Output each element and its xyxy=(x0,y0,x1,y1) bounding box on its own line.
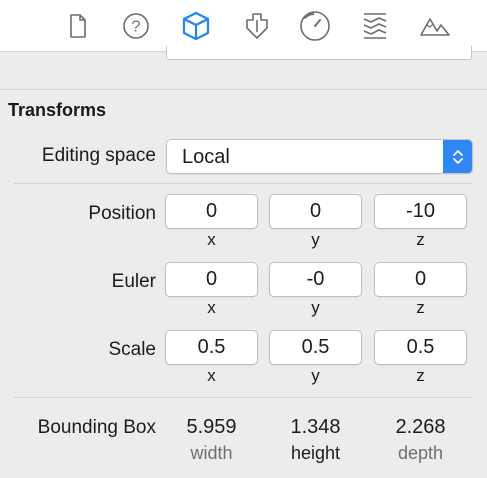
position-y-axis-label: y xyxy=(311,230,320,249)
texture-icon xyxy=(363,13,387,39)
euler-y-field[interactable]: -0 xyxy=(269,262,362,297)
material-inspector-tab[interactable] xyxy=(358,9,392,43)
select-stepper[interactable] xyxy=(443,140,472,173)
scale-y-field[interactable]: 0.5 xyxy=(269,330,362,365)
scale-x-axis-label: x xyxy=(207,366,216,385)
physics-inspector-tab[interactable] xyxy=(298,9,332,43)
bounding-box-depth-label: depth xyxy=(397,443,444,463)
editing-space-divider xyxy=(14,183,473,184)
bounding-box-width-value: 5.959 xyxy=(186,416,237,438)
scale-divider xyxy=(14,397,473,398)
scale-y-axis-label: y xyxy=(311,366,320,385)
scale-label: Scale xyxy=(108,339,156,360)
euler-y-axis-label: y xyxy=(311,298,320,317)
euler-z-field[interactable]: 0 xyxy=(374,262,467,297)
position-label: Position xyxy=(88,203,156,224)
scale-z-field[interactable]: 0.5 xyxy=(374,330,467,365)
editing-space-select[interactable]: Local xyxy=(166,139,473,174)
file-inspector-tab[interactable] xyxy=(61,9,95,43)
euler-x-field[interactable]: 0 xyxy=(165,262,258,297)
attachment-icon xyxy=(246,13,268,39)
position-x-field[interactable]: 0 xyxy=(165,194,258,229)
transforms-title: Transforms xyxy=(8,100,107,120)
editing-space-label: Editing space xyxy=(41,145,156,166)
bounding-box-height-value: 1.348 xyxy=(290,416,341,438)
section-divider xyxy=(0,89,487,90)
chevron-up-down-icon xyxy=(452,149,463,164)
node-inspector-tab[interactable] xyxy=(179,9,213,43)
bounding-box-label: Bounding Box xyxy=(37,417,156,438)
help-inspector-tab[interactable]: ? xyxy=(119,9,153,43)
file-icon xyxy=(70,14,86,38)
position-z-field[interactable]: -10 xyxy=(374,194,467,229)
scene-inspector-tab[interactable] xyxy=(418,9,452,43)
inspector-toolbar: ? xyxy=(0,0,487,52)
euler-x-axis-label: x xyxy=(207,298,216,317)
svg-text:?: ? xyxy=(132,19,141,36)
mountain-icon xyxy=(420,18,450,36)
bounding-box-height-label: height xyxy=(290,443,341,463)
scale-z-axis-label: z xyxy=(416,366,425,385)
position-x-axis-label: x xyxy=(207,230,216,249)
bounding-box-depth-value: 2.268 xyxy=(395,416,446,438)
attachment-inspector-tab[interactable] xyxy=(240,9,274,43)
editing-space-value: Local xyxy=(182,146,230,168)
position-z-axis-label: z xyxy=(416,230,425,249)
help-icon: ? xyxy=(123,13,149,39)
bounding-box-width-label: width xyxy=(190,443,233,463)
euler-label: Euler xyxy=(111,271,156,292)
previous-section-field xyxy=(166,46,472,60)
scale-x-field[interactable]: 0.5 xyxy=(165,330,258,365)
euler-z-axis-label: z xyxy=(416,298,425,317)
position-y-field[interactable]: 0 xyxy=(269,194,362,229)
cube-icon xyxy=(182,11,210,41)
gauge-icon xyxy=(300,11,330,41)
